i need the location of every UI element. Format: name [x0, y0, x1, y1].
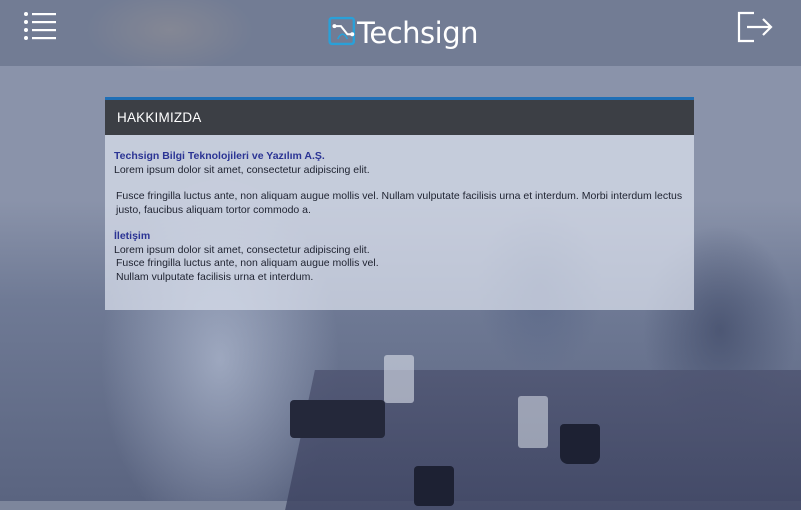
background-glass [384, 355, 414, 403]
about-panel: HAKKIMIZDA Techsign Bilgi Teknolojileri … [105, 97, 694, 310]
logout-icon[interactable] [736, 10, 774, 44]
contact-text-line: Nullam vulputate facilisis urna et inter… [116, 270, 314, 283]
company-heading: Techsign Bilgi Teknolojileri ve Yazılım … [114, 150, 325, 162]
logo-text: Techsign [357, 16, 478, 50]
panel-header: HAKKIMIZDA [105, 97, 694, 135]
techsign-logo-icon [328, 16, 356, 46]
top-header: Techsign [0, 0, 801, 66]
background-glass [518, 396, 548, 448]
panel-title: HAKKIMIZDA [117, 110, 202, 125]
hamburger-menu-icon[interactable] [22, 10, 58, 42]
contact-text-line: Fusce fringilla luctus ante, non aliquam… [116, 257, 379, 269]
contact-heading: İletişim [114, 230, 151, 242]
brand-logo[interactable]: Techsign [328, 8, 478, 54]
panel-body: Techsign Bilgi Teknolojileri ve Yazılım … [105, 135, 694, 310]
company-paragraph: Fusce fringilla luctus ante, non aliquam… [116, 190, 683, 216]
company-text-line: Lorem ipsum dolor sit amet, consectetur … [114, 163, 370, 176]
background-mug [414, 466, 454, 506]
background-projector [290, 400, 385, 438]
background-mug [560, 424, 600, 464]
contact-text-line: Lorem ipsum dolor sit amet, consectetur … [114, 243, 370, 256]
